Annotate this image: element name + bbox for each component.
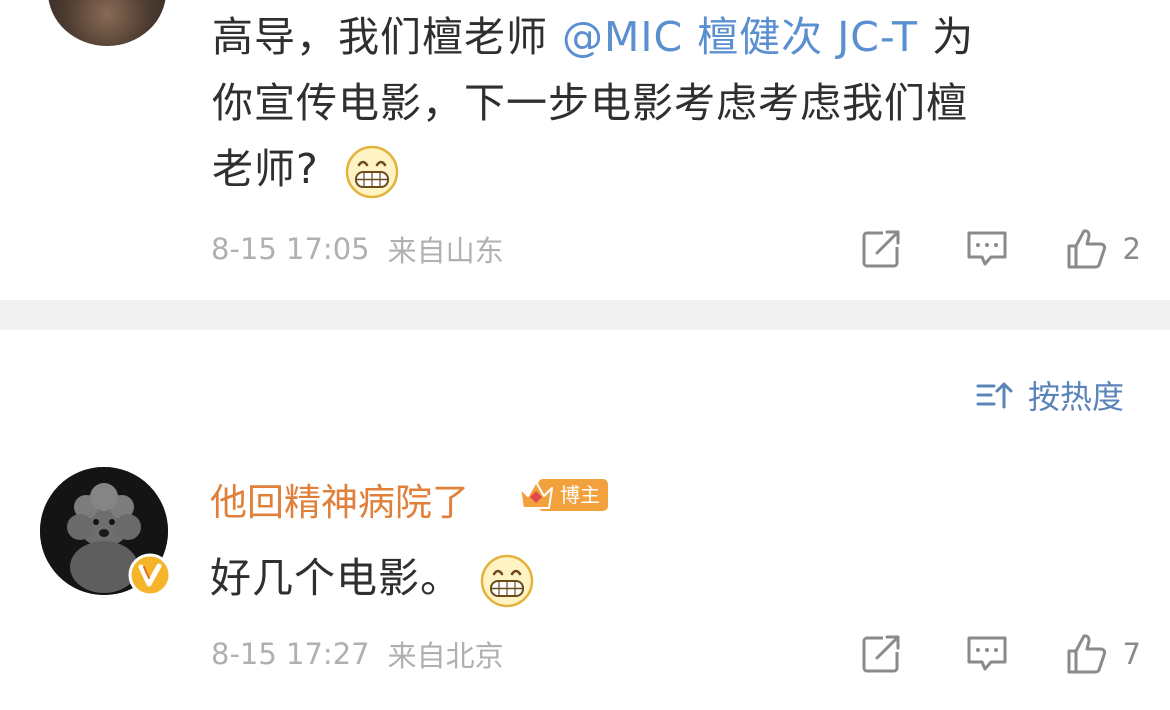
- comment-meta: 8-15 17:05 来自山东 2: [211, 229, 1141, 269]
- host-badge: 博主: [516, 476, 608, 514]
- verified-badge-icon: [128, 553, 172, 597]
- weibo-comment-page: 高导，我们檀老师 @MIC 檀健次 JC-T 为 你宣传电影，下一步电影考虑考虑…: [0, 0, 1170, 710]
- comment-body: 高导，我们檀老师 @MIC 檀健次 JC-T 为 你宣传电影，下一步电影考虑考虑…: [212, 0, 1112, 202]
- comment-text-part: 为: [932, 13, 975, 61]
- reply-icon[interactable]: [965, 632, 1009, 676]
- like-count: 7: [1122, 637, 1141, 671]
- repost-icon[interactable]: [859, 632, 903, 676]
- crown-icon: [519, 481, 553, 509]
- comment-text-part: 高导，我们檀老师: [212, 13, 548, 61]
- comment-time: 8-15 17:27: [211, 637, 370, 671]
- comment-actions: 7: [859, 634, 1141, 674]
- comment-body: 好几个电影。: [210, 544, 534, 608]
- comment-location: 来自山东: [387, 234, 504, 268]
- grinning-emoji-icon: [345, 145, 399, 199]
- commenter-avatar[interactable]: [48, 0, 166, 46]
- comment-meta: 8-15 17:27 来自北京 7: [211, 634, 1141, 674]
- mention-link[interactable]: @MIC 檀健次 JC-T: [562, 13, 918, 61]
- grinning-emoji-icon: [480, 554, 534, 608]
- section-divider: [0, 300, 1170, 330]
- like-icon[interactable]: [1065, 227, 1109, 271]
- username-link[interactable]: 他回精神病院了: [210, 472, 469, 526]
- sort-icon: [976, 382, 1013, 409]
- comment-time: 8-15 17:05: [211, 232, 370, 266]
- sort-label: 按热度: [1027, 378, 1124, 416]
- like-count: 2: [1122, 232, 1141, 266]
- comment-text-line: 老师?: [212, 145, 319, 193]
- sort-toggle[interactable]: 按热度: [976, 372, 1124, 418]
- repost-icon[interactable]: [859, 227, 903, 271]
- like-icon[interactable]: [1065, 632, 1109, 676]
- comment-text-line: 你宣传电影，下一步电影考虑考虑我们檀: [212, 79, 968, 127]
- comment-text: 好几个电影。: [210, 554, 462, 602]
- comment-actions: 2: [859, 229, 1141, 269]
- comment-location: 来自北京: [387, 639, 504, 673]
- reply-icon[interactable]: [965, 227, 1009, 271]
